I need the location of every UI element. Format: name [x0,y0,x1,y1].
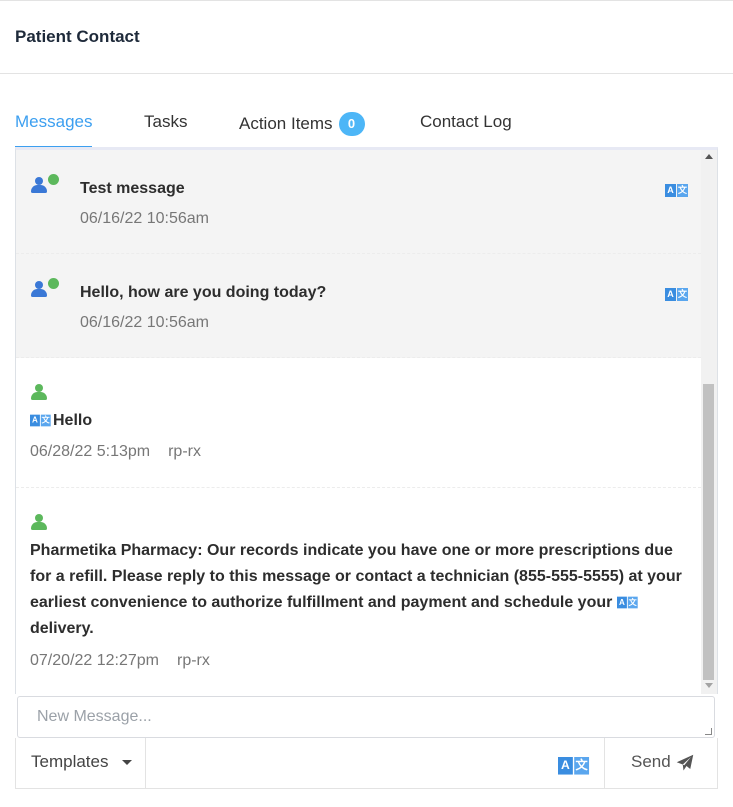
compose-footer: Templates A文 Send [15,738,718,789]
paper-plane-icon [676,754,694,771]
message-meta: 07/20/22 12:27pm rp-rx [30,652,210,670]
tab-label: Contact Log [420,112,512,131]
send-button[interactable]: Send [604,738,719,788]
online-status-icon [48,174,59,185]
translate-message-button[interactable]: A文 [665,182,688,200]
message-author: rp-rx [177,652,210,669]
templates-dropdown[interactable]: Templates [16,738,146,788]
message-text: A 文 Hello [30,408,92,434]
scroll-up-icon[interactable] [705,154,713,159]
message-timestamp: 06/16/22 10:56am [80,210,209,227]
translate-icon[interactable]: A文 [616,596,638,609]
translate-button[interactable]: A文 [558,755,590,775]
tab-label: Action Items [239,114,333,133]
tab-label: Tasks [144,112,188,131]
action-items-count-badge: 0 [338,112,365,136]
tab-action-items[interactable]: Action Items 0 [239,103,365,149]
translate-icon[interactable]: A文 [30,414,51,427]
message-text: Test message [80,180,185,197]
send-label: Send [631,752,671,771]
user-icon [30,514,48,532]
message-text: Pharmetika Pharmacy: Our records indicat… [30,542,682,637]
scroll-down-icon[interactable] [705,683,713,688]
message-timestamp: 07/20/22 12:27pm [30,652,159,669]
resize-handle-icon[interactable] [705,728,712,735]
online-status-icon [48,278,59,289]
tab-tasks[interactable]: Tasks [144,103,187,149]
new-message-field[interactable] [17,696,715,738]
tab-bar: Messages Tasks Action Items 0 Contact Log [0,103,733,149]
translate-message-button[interactable]: A文 [665,286,688,304]
message-timestamp: 06/16/22 10:56am [80,314,209,331]
message-item: Pharmetika Pharmacy: Our records indicat… [16,488,701,694]
message-meta: 06/28/22 5:13pm rp-rx [30,443,201,461]
thread-scrollbar[interactable] [701,150,717,694]
translate-icon: A文 [558,757,590,775]
user-icon [30,281,48,299]
translate-icon: A文 [665,288,688,302]
tab-messages[interactable]: Messages [15,103,93,149]
tab-label: Messages [15,112,93,131]
tab-contact-log[interactable]: Contact Log [420,103,512,149]
user-icon [30,177,48,195]
message-timestamp: 06/28/22 5:13pm [30,443,151,460]
scrollbar-thumb[interactable] [703,384,714,680]
panel-header: Patient Contact [0,1,733,74]
templates-label: Templates [31,752,109,771]
message-item: Test message 06/16/22 10:56am A文 [16,150,701,254]
chevron-down-icon [122,760,132,765]
sender-avatar [30,174,66,198]
new-message-input[interactable] [18,697,714,737]
message-thread[interactable]: Test message 06/16/22 10:56am A文 Hello, … [15,147,718,694]
translate-icon: A文 [665,184,688,198]
user-icon [30,384,48,402]
message-text: Hello, how are you doing today? [80,284,327,301]
message-item: Hello, how are you doing today? 06/16/22… [16,254,701,358]
message-author: rp-rx [168,443,201,460]
message-item: A 文 Hello 06/28/22 5:13pm rp-rx [16,358,701,488]
page-title: Patient Contact [15,27,140,46]
sender-avatar [30,278,66,302]
